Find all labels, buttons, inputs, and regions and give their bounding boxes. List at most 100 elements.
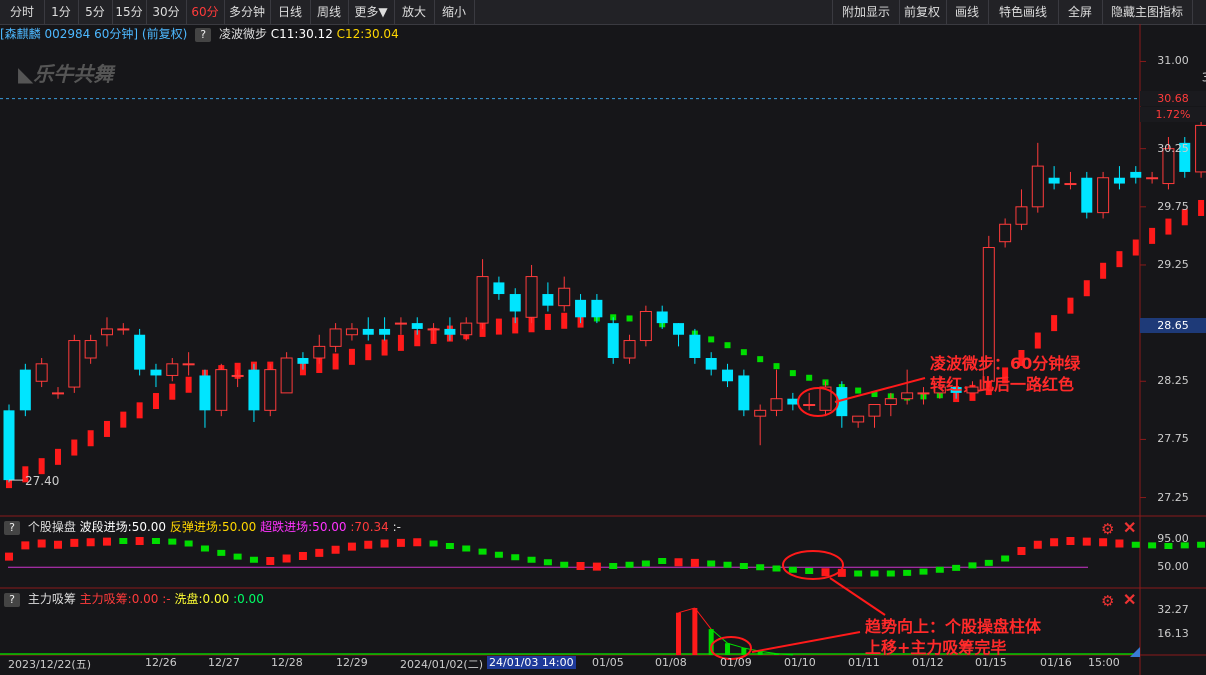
panel1-bar — [266, 557, 275, 565]
lbwb-dot — [855, 387, 862, 394]
panel2-settings-icon[interactable]: ⚙ — [1101, 592, 1114, 610]
time-tick-label: 12/27 — [208, 656, 240, 669]
candle-body — [19, 369, 31, 411]
panel1-bar — [952, 564, 961, 571]
toolbar-right-btn-4[interactable]: 全屏 — [1058, 0, 1103, 24]
price-tick-label: 27.75 — [1157, 432, 1189, 446]
lbwb-dot — [120, 411, 127, 428]
lbwb-dot — [87, 430, 94, 447]
stock-name: [森麒麟 002984 60分钟] — [0, 27, 139, 41]
time-tick-label: 01/05 — [592, 656, 624, 669]
toolbar-right-btn-0[interactable]: 附加显示 — [832, 0, 900, 24]
candle-body — [493, 282, 505, 295]
lbwb-dot — [708, 336, 715, 343]
panel1-bar — [756, 564, 765, 571]
lbwb-dot — [561, 312, 568, 329]
annotation-1-arrow — [834, 377, 926, 403]
candle-body — [558, 287, 571, 307]
toolbar-btn-11[interactable]: 缩小 — [434, 0, 475, 24]
toolbar-btn-4[interactable]: 30分 — [146, 0, 187, 24]
panel1-bar — [935, 566, 944, 573]
candle-body — [722, 369, 734, 382]
candle-body — [460, 322, 473, 336]
panel1-close-icon[interactable]: ✕ — [1123, 518, 1136, 538]
lbwb-dot — [316, 356, 323, 373]
candle-body — [705, 358, 717, 370]
price-tick-label: 27.25 — [1157, 490, 1189, 504]
time-tick-label: 01/10 — [784, 656, 816, 669]
chart-canvas: 30.86 27.40 — [0, 24, 1206, 675]
toolbar-right-btn-1[interactable]: 前复权 — [898, 0, 947, 24]
lbwb-dot — [1149, 227, 1156, 244]
panel1-name: 个股操盘 — [27, 520, 76, 534]
toolbar-btn-2[interactable]: 5分 — [78, 0, 113, 24]
candle-body — [525, 276, 538, 318]
lbwb-dot — [479, 320, 486, 337]
lbwb-dot — [201, 369, 208, 386]
toolbar-btn-1[interactable]: 1分 — [44, 0, 79, 24]
panel1-tick-label: 50.00 — [1157, 560, 1189, 574]
toolbar-btn-5[interactable]: 60分 — [186, 0, 225, 24]
toolbar-btn-9[interactable]: 更多▼ — [348, 0, 395, 24]
candle-body — [901, 392, 914, 400]
price-tick-label: 28.25 — [1157, 374, 1189, 388]
candle-body — [1015, 206, 1028, 225]
lbwb-dot — [414, 330, 421, 347]
toolbar-btn-0[interactable]: 分时 — [0, 0, 45, 24]
chart-title: [森麒麟 002984 60分钟] (前复权) ? 凌波微步 C11:30.12… — [0, 25, 399, 43]
panel1-bar — [200, 545, 209, 552]
panel2-help-icon[interactable]: ? — [4, 592, 20, 607]
lbwb-dot — [577, 311, 584, 328]
panel2-bar — [708, 629, 714, 655]
candle-body — [411, 323, 423, 329]
panel2-close-icon[interactable]: ✕ — [1123, 590, 1136, 610]
candle-body — [345, 328, 358, 336]
lbwb-dot — [430, 327, 437, 344]
panel1-bar — [135, 537, 144, 545]
panel1-bar — [1001, 555, 1010, 562]
panel1-bar — [560, 561, 569, 568]
lbwb-dot — [234, 362, 241, 379]
lbwb-dot — [38, 458, 45, 475]
lbwb-dot — [691, 330, 698, 337]
corner-triangle-icon — [1130, 647, 1140, 657]
panel1-settings-icon[interactable]: ⚙ — [1101, 520, 1114, 538]
panel1-bar — [1082, 537, 1091, 546]
candle-body — [1146, 177, 1159, 180]
lbwb-dot — [1067, 297, 1074, 314]
help-icon[interactable]: ? — [195, 27, 212, 42]
highlight-circle-1 — [797, 387, 839, 417]
lbwb-dot — [920, 393, 927, 400]
toolbar-btn-3[interactable]: 15分 — [112, 0, 147, 24]
panel1-bar — [674, 558, 683, 567]
lbwb-dot — [1034, 332, 1041, 349]
panel1-a: 波段进场:50.00 — [79, 520, 167, 534]
watermark-text: 乐牛共舞 — [33, 62, 114, 86]
toolbar: 分时 1分 5分 15分 30分 60分 多分钟 日线 周线 更多▼ 放大 缩小 附加显示 前复权 画线 特色… — [0, 0, 1206, 25]
toolbar-right-btn-5[interactable]: 隐藏主图指标 — [1102, 0, 1193, 24]
candle-body — [868, 404, 881, 417]
lbwb-dot — [136, 402, 143, 419]
panel1-d: :70.34 — [350, 520, 389, 534]
panel2-header: ? 主力吸筹 主力吸筹:0.00 :- 洗盘:0.00 :0.00 — [0, 590, 264, 608]
lbwb-dot — [822, 379, 829, 386]
panel1-bar — [282, 554, 291, 563]
price-tick-label: 29.75 — [1157, 199, 1189, 213]
toolbar-btn-7[interactable]: 日线 — [270, 0, 311, 24]
toolbar-btn-10[interactable]: 放大 — [394, 0, 435, 24]
toolbar-btn-6[interactable]: 多分钟 — [224, 0, 271, 24]
adjust-mode: (前复权) — [141, 27, 188, 41]
panel1-bar — [462, 545, 471, 552]
panel1-help-icon[interactable]: ? — [4, 520, 20, 535]
candle-body — [1130, 171, 1142, 178]
toolbar-right-btn-3[interactable]: 特色画线 — [988, 0, 1059, 24]
panel1-bar — [658, 558, 667, 564]
candle-body — [248, 369, 260, 411]
toolbar-btn-8[interactable]: 周线 — [310, 0, 349, 24]
toolbar-right-btn-2[interactable]: 画线 — [946, 0, 989, 24]
candle-body — [427, 328, 440, 331]
candle-body — [656, 311, 668, 324]
panel1-bar — [576, 562, 585, 570]
panel2-line — [760, 650, 777, 655]
time-tick-label: 01/08 — [655, 656, 687, 669]
